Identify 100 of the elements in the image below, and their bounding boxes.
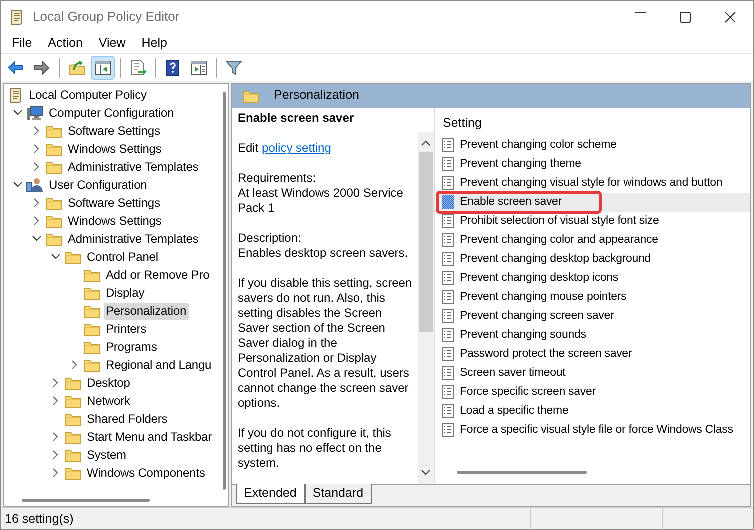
setting-row[interactable]: Force specific screen saver xyxy=(437,382,750,402)
scroll-icon xyxy=(8,87,24,103)
checkered-document-icon xyxy=(441,194,455,210)
document-list-icon xyxy=(441,156,455,172)
computer-icon xyxy=(26,105,44,121)
chevron-down-icon[interactable] xyxy=(13,110,23,116)
chevron-down-icon[interactable] xyxy=(32,236,42,242)
tree-item[interactable]: Administrative Templates xyxy=(66,230,201,248)
scrollbar-thumb[interactable] xyxy=(457,470,587,474)
tree-item[interactable]: Display xyxy=(104,284,147,302)
folder-icon xyxy=(64,430,82,444)
tree-item[interactable]: Software Settings xyxy=(66,122,162,140)
tree-item[interactable]: Windows Settings xyxy=(66,140,164,158)
setting-row[interactable]: Prevent changing mouse pointers xyxy=(437,288,750,307)
policy-setting-link[interactable]: policy setting xyxy=(262,141,332,155)
description-text: Description: xyxy=(238,231,302,246)
folder-icon xyxy=(83,304,101,318)
folder-icon xyxy=(64,394,82,408)
description-text: Requirements: xyxy=(238,171,318,186)
setting-row[interactable]: Prevent changing screen saver xyxy=(437,306,750,326)
tree-item[interactable]: Software Settings xyxy=(66,194,162,212)
setting-name: Force a specific visual style file or force Windows Class xyxy=(460,422,734,438)
setting-row[interactable]: Force a specific visual style file or force Windows Class xyxy=(437,420,750,440)
tree-item[interactable]: Regional and Langu xyxy=(104,356,214,374)
minimize-icon[interactable] xyxy=(635,12,646,14)
setting-row[interactable]: Prevent changing desktop background xyxy=(437,250,750,269)
document-list-icon xyxy=(441,270,455,286)
menu-item[interactable]: File xyxy=(4,33,40,53)
setting-name: Force specific screen saver xyxy=(460,384,596,400)
tree-item[interactable]: User Configuration xyxy=(47,176,150,194)
tree-item[interactable]: Printers xyxy=(104,320,149,338)
chevron-right-icon[interactable] xyxy=(53,396,59,406)
document-list-icon xyxy=(441,403,455,420)
tree-item[interactable]: Programs xyxy=(104,338,160,356)
tree-item[interactable]: Windows Components xyxy=(85,464,208,482)
scroll-up-icon[interactable] xyxy=(421,140,431,146)
scrollbar-thumb[interactable] xyxy=(22,498,150,502)
document-list-icon xyxy=(441,365,455,382)
document-list-icon xyxy=(441,289,455,306)
setting-row[interactable]: Prevent changing color scheme xyxy=(437,136,750,155)
forward-arrow-icon xyxy=(33,58,51,76)
close-icon[interactable] xyxy=(725,12,736,22)
chevron-right-icon[interactable] xyxy=(34,162,40,172)
chevron-right-icon[interactable] xyxy=(34,144,40,154)
tree-item[interactable]: Control Panel xyxy=(85,248,160,266)
setting-row[interactable]: Prevent changing desktop icons xyxy=(437,268,750,288)
scroll-down-icon[interactable] xyxy=(421,470,431,476)
folder-icon xyxy=(45,232,63,246)
chevron-right-icon[interactable] xyxy=(53,468,59,478)
column-header[interactable]: Setting xyxy=(437,112,482,136)
chevron-down-icon[interactable] xyxy=(51,254,61,260)
tree-item[interactable]: Administrative Templates xyxy=(66,158,201,176)
folder-icon xyxy=(64,250,82,264)
setting-row[interactable]: Prevent changing color and appearance xyxy=(437,230,750,250)
pane-header-title: Personalization xyxy=(274,88,360,104)
tree-item[interactable]: Add or Remove Pro xyxy=(104,266,212,284)
folder-icon xyxy=(64,448,82,462)
tree-item[interactable]: Computer Configuration xyxy=(47,104,176,122)
tree-item[interactable]: Personalization xyxy=(104,302,189,320)
folder-icon xyxy=(45,196,63,210)
setting-name: Prevent changing desktop icons xyxy=(460,270,619,286)
menu-item[interactable]: View xyxy=(90,33,134,53)
tab[interactable]: Standard xyxy=(304,484,372,504)
document-list-icon xyxy=(441,327,455,344)
setting-row[interactable]: Prevent changing sounds xyxy=(437,326,750,345)
chevron-right-icon[interactable] xyxy=(53,432,59,442)
tree-item[interactable]: Windows Settings xyxy=(66,212,164,230)
setting-title: Enable screen saver xyxy=(238,111,356,126)
tree-item[interactable]: Start Menu and Taskbar xyxy=(85,428,214,446)
tab[interactable]: Extended xyxy=(236,484,305,504)
maximize-icon[interactable] xyxy=(680,12,691,22)
setting-row[interactable]: Prevent changing theme xyxy=(437,154,750,174)
tree-item[interactable]: System xyxy=(85,446,128,464)
folder-icon xyxy=(242,88,260,104)
chevron-right-icon[interactable] xyxy=(34,216,40,226)
scrollbar-thumb[interactable] xyxy=(419,152,433,332)
scrollbar-thumb[interactable] xyxy=(222,92,226,490)
chevron-right-icon[interactable] xyxy=(34,126,40,136)
chevron-right-icon[interactable] xyxy=(34,198,40,208)
tree-item[interactable]: Desktop xyxy=(85,374,132,392)
user-icon xyxy=(26,177,44,193)
chevron-right-icon[interactable] xyxy=(53,450,59,460)
setting-row[interactable]: Screen saver timeout xyxy=(437,364,750,383)
document-list-icon xyxy=(441,232,455,248)
tree-item[interactable]: Shared Folders xyxy=(85,410,170,428)
folder-icon xyxy=(45,160,63,174)
chevron-right-icon[interactable] xyxy=(72,360,78,370)
tree-item[interactable]: Local Computer Policy xyxy=(27,86,149,104)
setting-row[interactable]: Prevent changing visual style for windows and button xyxy=(437,174,750,193)
chevron-right-icon[interactable] xyxy=(53,378,59,388)
setting-row[interactable]: Enable screen saver xyxy=(437,192,750,212)
chevron-down-icon[interactable] xyxy=(13,182,23,188)
folder-icon xyxy=(83,286,101,300)
menu-item[interactable]: Help xyxy=(134,33,176,53)
setting-row[interactable]: Prohibit selection of visual style font size xyxy=(437,212,750,231)
menu-item[interactable]: Action xyxy=(40,33,91,53)
toolbar-button[interactable] xyxy=(91,56,115,80)
tree-item[interactable]: Network xyxy=(85,392,132,410)
setting-row[interactable]: Load a specific theme xyxy=(437,402,750,421)
setting-row[interactable]: Password protect the screen saver xyxy=(437,344,750,364)
